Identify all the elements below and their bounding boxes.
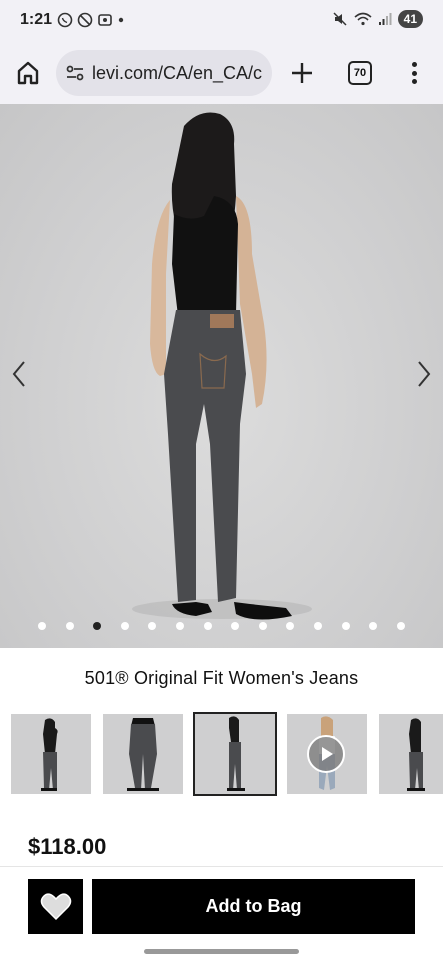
signal-icon — [378, 13, 392, 25]
thumbnail-photo — [41, 718, 58, 791]
menu-dot — [411, 79, 417, 84]
thumbnail-1[interactable] — [11, 714, 91, 794]
heart-icon — [40, 892, 71, 920]
home-icon — [17, 61, 39, 85]
battery-indicator: 41 — [397, 10, 423, 28]
wishlist-button[interactable] — [28, 879, 83, 934]
product-price: $118.00 — [28, 834, 107, 859]
url-text[interactable]: levi.com/CA/en_CA/c — [92, 63, 262, 84]
menu-dot — [411, 70, 417, 76]
browser-toolbar: levi.com/CA/en_CA/c 70 — [0, 42, 443, 104]
chevron-left-icon[interactable] — [6, 354, 34, 394]
menu-dot — [411, 62, 417, 67]
thumbnail-photo — [407, 718, 425, 791]
pagination-dot[interactable] — [369, 622, 378, 630]
thumbnail-4-video[interactable] — [287, 714, 367, 794]
product-photo — [132, 112, 312, 620]
play-button[interactable] — [307, 735, 345, 773]
whatsapp-icon — [57, 12, 73, 28]
status-bar: 1:21 41 — [0, 0, 443, 42]
pagination-dot[interactable] — [396, 622, 405, 630]
plus-icon — [292, 63, 312, 83]
pagination-dot[interactable] — [120, 622, 129, 630]
thumbnail-strip[interactable] — [0, 712, 443, 796]
pagination-dot[interactable] — [148, 622, 157, 630]
product-image-gallery[interactable] — [0, 104, 443, 648]
screen-record-icon — [98, 14, 112, 26]
more-menu-button[interactable] — [404, 59, 424, 87]
site-settings-icon[interactable] — [64, 62, 86, 84]
pagination-dot[interactable] — [258, 622, 267, 630]
thumbnail-photo — [127, 718, 159, 791]
thumbnail-photo — [227, 716, 245, 791]
add-to-bag-button[interactable]: Add to Bag — [92, 879, 415, 934]
pagination-dot[interactable] — [65, 622, 74, 630]
home-button[interactable] — [14, 59, 42, 87]
vibrate-mute-icon — [333, 12, 347, 26]
bottom-action-bar: Add to Bag — [0, 866, 443, 960]
thumbnail-3[interactable] — [193, 712, 277, 796]
mute-ring-icon — [77, 12, 93, 28]
notification-icons — [57, 12, 125, 28]
tab-switcher-button[interactable]: 70 — [348, 61, 372, 85]
dot-icon — [118, 17, 124, 23]
gallery-pagination — [0, 618, 443, 634]
new-tab-button[interactable] — [288, 59, 316, 87]
pagination-dot[interactable] — [286, 622, 295, 630]
pagination-dot[interactable] — [203, 622, 212, 630]
product-title: 501® Original Fit Women's Jeans — [84, 668, 359, 688]
navigation-gesture-bar[interactable] — [144, 949, 299, 954]
pagination-dot[interactable] — [341, 622, 350, 630]
address-bar[interactable]: levi.com/CA/en_CA/c — [56, 50, 272, 96]
system-icons: 41 — [332, 10, 423, 28]
pagination-dot[interactable] — [176, 622, 184, 630]
pagination-dot-active[interactable] — [93, 622, 102, 630]
pagination-dot[interactable] — [231, 622, 240, 630]
chevron-right-icon[interactable] — [409, 354, 437, 394]
status-time: 1:21 — [20, 11, 53, 28]
pagination-dot[interactable] — [314, 622, 322, 630]
play-icon — [322, 747, 333, 761]
thumbnail-5[interactable] — [379, 714, 443, 794]
thumbnail-2[interactable] — [103, 714, 183, 794]
pagination-dot[interactable] — [38, 622, 46, 630]
wifi-icon — [354, 12, 372, 26]
